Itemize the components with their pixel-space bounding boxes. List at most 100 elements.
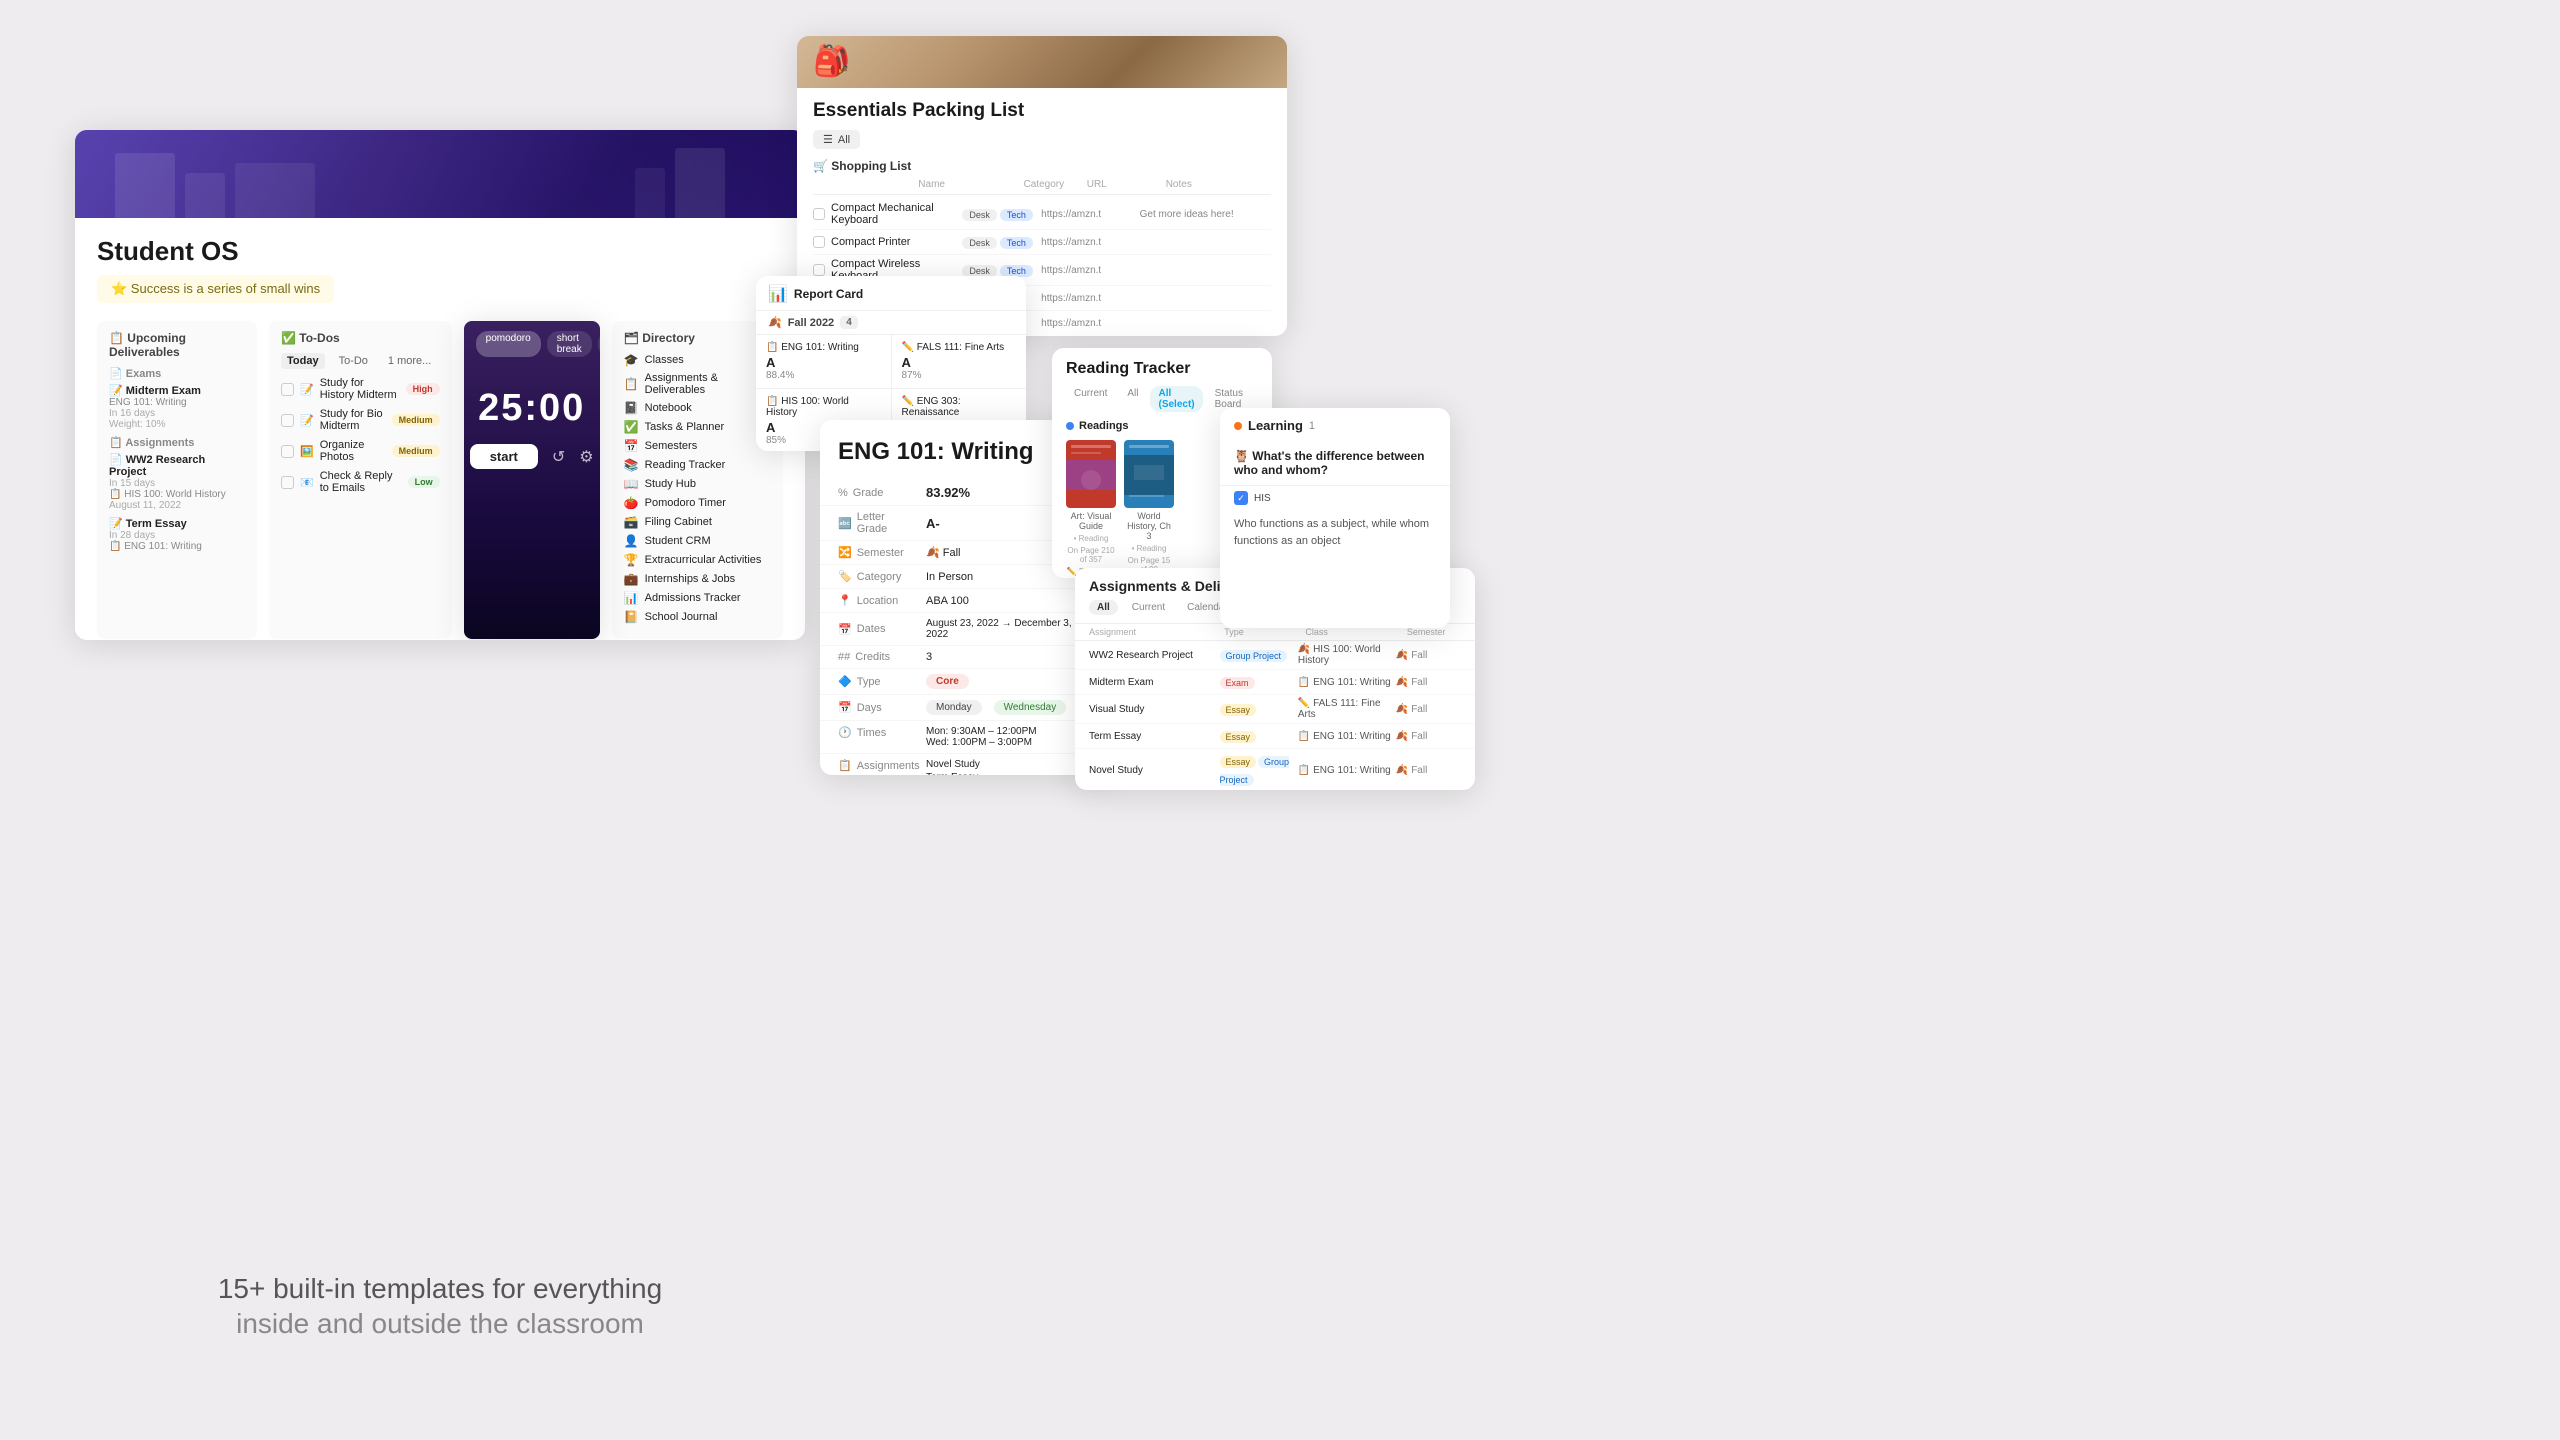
todo-check-2[interactable] [281, 445, 294, 458]
eng101-times-row: 🕐 Times Mon: 9:30AM – 12:00PM Wed: 1:00P… [820, 721, 1110, 754]
asgn1-item: 📄 WW2 Research Project In 15 days 📋 HIS … [109, 453, 245, 511]
exam-item: 📝 Midterm Exam ENG 101: Writing In 16 da… [109, 384, 245, 430]
asgn-rows: WW2 Research Project Group Project 🍂 HIS… [1075, 641, 1475, 790]
eng101-credits-row: ## Credits 3 [820, 646, 1110, 669]
dir-item-extracurricular[interactable]: 🏆Extracurricular Activities [624, 553, 771, 567]
directory-items: 🎓Classes 📋Assignments & Deliverables 📓No… [624, 353, 771, 624]
student-os-card: Student OS ⭐ Success is a series of smal… [75, 130, 805, 640]
dir-item-crm[interactable]: 👤Student CRM [624, 534, 771, 548]
pomo-refresh-icon[interactable]: ↺ [552, 447, 565, 467]
dir-item-notebook[interactable]: 📓Notebook [624, 401, 771, 415]
asgn-row-2: Visual Study Essay ✏️ FALS 111: Fine Art… [1075, 695, 1475, 724]
letter-icon: 🔤 [838, 517, 852, 530]
eng101-dates-row: 📅 Dates August 23, 2022 → December 3, 20… [820, 613, 1110, 646]
pomo-start-button[interactable]: start [470, 444, 538, 469]
dir-item-assignments[interactable]: 📋Assignments & Deliverables [624, 372, 771, 396]
dir-item-filing[interactable]: 🗃️Filing Cabinet [624, 515, 771, 529]
location-icon: 📍 [838, 594, 852, 607]
report-semester: 🍂 Fall 2022 4 [756, 311, 1026, 334]
asgn-row-0: WW2 Research Project Group Project 🍂 HIS… [1075, 641, 1475, 670]
dir-item-pomodoro[interactable]: 🍅Pomodoro Timer [624, 496, 771, 510]
asgn-filter-all[interactable]: All [1089, 600, 1118, 615]
assignments-label: 📋 Assignments [109, 436, 245, 449]
bottom-sub-text: inside and outside the classroom [75, 1308, 805, 1340]
todo-check-3[interactable] [281, 476, 294, 489]
student-os-body: Student OS ⭐ Success is a series of smal… [75, 218, 805, 639]
todos-tabs[interactable]: Today To-Do 1 more... [281, 353, 440, 369]
pomodoro-timer: 25:00 [476, 387, 588, 430]
report-cell-1: ✏️ FALS 111: Fine Arts A 87% [892, 335, 1027, 388]
student-os-tagline: ⭐ Success is a series of small wins [97, 275, 334, 303]
rf-all-select[interactable]: All (Select) [1150, 386, 1202, 412]
book-thumb-1[interactable] [1124, 440, 1174, 508]
pomodoro-controls: start ↺ ⚙ [476, 444, 588, 469]
todo-check-1[interactable] [281, 414, 294, 427]
todo-list: 📝 Study for History Midterm High 📝 Study… [281, 377, 440, 494]
pomo-settings-icon[interactable]: ⚙ [579, 447, 593, 467]
semester-icon: 🔀 [838, 546, 852, 559]
semester-leaf-icon: 🍂 [768, 316, 782, 329]
book-0: Art: Visual Guide • Reading On Page 210 … [1066, 440, 1116, 578]
tab-today[interactable]: Today [281, 353, 325, 369]
report-icon: 📊 [768, 284, 788, 304]
book-1: World History, Ch 3 • Reading On Page 15… [1124, 440, 1174, 578]
student-os-title: Student OS [97, 236, 783, 267]
report-title: Report Card [794, 287, 863, 301]
learning-card: Learning 1 🦉 What's the difference betwe… [1220, 408, 1450, 628]
student-os-banner [75, 130, 805, 218]
tagline-text: ⭐ Success is a series of small wins [111, 281, 320, 297]
learning-question: 🦉 What's the difference between who and … [1220, 441, 1450, 486]
bottom-text: 15+ built-in templates for everything in… [75, 1269, 805, 1340]
rf-current[interactable]: Current [1066, 386, 1115, 412]
todo-item-3: 📧 Check & Reply to Emails Low [281, 470, 440, 494]
learning-check[interactable]: ✓ [1234, 491, 1248, 505]
dir-item-tasks[interactable]: ✅Tasks & Planner [624, 420, 771, 434]
category-icon: 🏷️ [838, 570, 852, 583]
dir-item-internships[interactable]: 💼Internships & Jobs [624, 572, 771, 586]
todo-item-2: 🖼️ Organize Photos Medium [281, 439, 440, 463]
packing-row-0: Compact Mechanical Keyboard DeskTech htt… [813, 199, 1271, 230]
dir-item-reading[interactable]: 📚Reading Tracker [624, 458, 771, 472]
asgn-row-3: Term Essay Essay 📋 ENG 101: Writing 🍂Fal… [1075, 724, 1475, 749]
learning-check-row: ✓ HIS [1220, 486, 1450, 510]
credits-icon: ## [838, 651, 850, 663]
learning-answer: Who functions as a subject, while whom f… [1220, 510, 1450, 555]
pomodoro-content: pomodoro short break long break 25:00 st… [464, 321, 600, 479]
type-icon: 🔷 [838, 675, 852, 688]
reading-tracker-title: Reading Tracker [1052, 348, 1272, 386]
asgn-filter-current[interactable]: Current [1124, 600, 1173, 615]
dir-item-admissions[interactable]: 📊Admissions Tracker [624, 591, 771, 605]
dir-item-classes[interactable]: 🎓Classes [624, 353, 771, 367]
todo-check-0[interactable] [281, 383, 294, 396]
dir-item-journal[interactable]: 📔School Journal [624, 610, 771, 624]
packing-filter-all[interactable]: ☰ All [813, 130, 860, 149]
readings-dot [1066, 422, 1074, 430]
bottom-main-text: 15+ built-in templates for everything [75, 1269, 805, 1308]
backpack-icon: 🎒 [813, 44, 850, 79]
pomo-tag-active[interactable]: pomodoro [476, 331, 541, 357]
asgn-row-1: Midterm Exam Exam 📋 ENG 101: Writing 🍂Fa… [1075, 670, 1475, 695]
learning-dot [1234, 422, 1242, 430]
book-thumb-0[interactable] [1066, 440, 1116, 508]
todos-header: ✅ To-Dos [281, 331, 440, 345]
packing-table-header: Name Category URL Notes [813, 179, 1271, 195]
tab-more[interactable]: 1 more... [382, 353, 437, 369]
dir-item-study[interactable]: 📖Study Hub [624, 477, 771, 491]
report-header: 📊 Report Card [756, 276, 1026, 311]
asgn-row-4: Novel Study EssayGroup Project 📋 ENG 101… [1075, 749, 1475, 790]
learning-header: Learning 1 [1220, 408, 1450, 441]
eng101-days-row: 📅 Days Monday Wednesday [820, 695, 1110, 721]
packing-title: Essentials Packing List [813, 100, 1271, 122]
packing-banner: 🎒 [797, 36, 1287, 88]
tab-todo[interactable]: To-Do [333, 353, 374, 369]
shopping-list-label: 🛒 Shopping List [813, 159, 1271, 173]
pomo-tag-long[interactable]: long break [598, 331, 600, 357]
pomo-tag-short[interactable]: short break [547, 331, 592, 357]
rf-all[interactable]: All [1119, 386, 1146, 412]
packing-row-1: Compact Printer DeskTech https://amzn.t [813, 230, 1271, 255]
percent-icon: % [838, 487, 848, 499]
asgn2-item: 📝 Term Essay In 28 days 📋 ENG 101: Writi… [109, 517, 245, 552]
book-label-1: World History, Ch 3 [1124, 511, 1174, 541]
deliverables-header: 📋 Upcoming Deliverables [109, 331, 245, 359]
dir-item-semesters[interactable]: 📅Semesters [624, 439, 771, 453]
